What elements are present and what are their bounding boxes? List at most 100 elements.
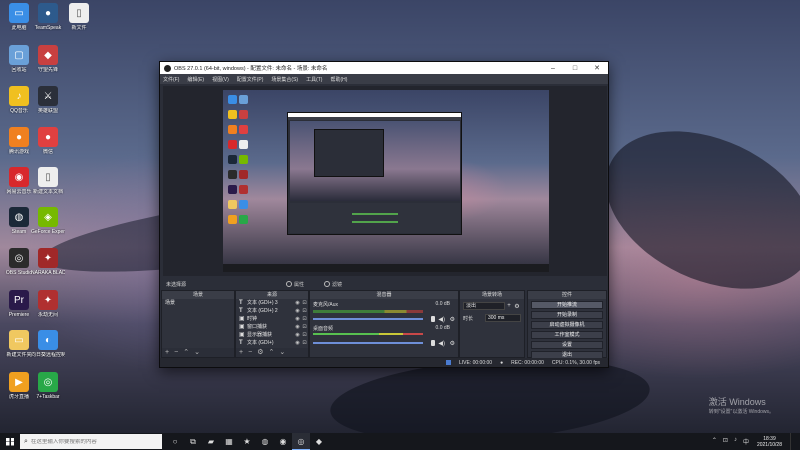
volume-slider-handle[interactable]: [431, 316, 435, 322]
app-icon: ▯: [38, 167, 58, 187]
move-up-icon[interactable]: ⌃: [268, 348, 274, 357]
desktop-icon[interactable]: ● 微信: [31, 127, 65, 155]
menu-item[interactable]: 文件(F): [163, 76, 179, 83]
visibility-eye-icon[interactable]: ◉: [294, 307, 301, 315]
lock-icon[interactable]: ⊡: [301, 307, 308, 315]
control-button[interactable]: 启动虚拟摄像机: [531, 321, 603, 329]
lock-icon[interactable]: ⊡: [301, 315, 308, 323]
taskbar-app-icon[interactable]: ▰: [202, 433, 220, 450]
taskbar-app-icon[interactable]: ◆: [310, 433, 328, 450]
speaker-icon[interactable]: ◀): [438, 340, 445, 347]
source-item[interactable]: ▣ 时钟 ◉ ⊡: [236, 315, 308, 323]
obs-titlebar[interactable]: OBS 27.0.1 (64-bit, windows) - 配置文件: 未命名…: [160, 62, 608, 74]
lock-icon[interactable]: ⊡: [301, 339, 308, 347]
wallpaper-wave: [580, 100, 800, 320]
menu-item[interactable]: 场景集合(S): [271, 76, 298, 83]
filters-button[interactable]: 滤镜: [324, 281, 342, 288]
search-box[interactable]: ⌕: [20, 434, 162, 449]
taskbar-app-icon[interactable]: ⧉: [184, 433, 202, 450]
volume-slider[interactable]: [313, 318, 423, 320]
lock-icon[interactable]: ⊡: [301, 331, 308, 339]
source-item[interactable]: T 文本 (GDI+) 3 ◉ ⊡: [236, 299, 308, 307]
desktop-icon[interactable]: ✦ NARAKA BLADEPOINT: [31, 248, 65, 276]
visibility-eye-icon[interactable]: ◉: [294, 331, 301, 339]
source-item[interactable]: T 文本 (GDI+) ◉ ⊡: [236, 339, 308, 347]
taskbar-app-icon[interactable]: ◉: [274, 433, 292, 450]
desktop-icon[interactable]: ▯ 新建文本文档: [31, 167, 65, 195]
preview-area[interactable]: [163, 86, 607, 276]
visibility-eye-icon[interactable]: ◉: [294, 339, 301, 347]
desktop-icon[interactable]: ◎ 7+Taskbar: [31, 372, 65, 400]
properties-button[interactable]: 属性: [286, 281, 304, 288]
preview-canvas[interactable]: [223, 90, 549, 272]
search-input[interactable]: [30, 438, 151, 445]
lock-icon[interactable]: ⊡: [301, 323, 308, 331]
control-button[interactable]: 工作室模式: [531, 331, 603, 339]
add-icon[interactable]: +: [165, 348, 169, 357]
app-icon: ⚔: [38, 86, 58, 106]
start-button[interactable]: [0, 433, 20, 450]
move-down-icon[interactable]: ⌄: [194, 348, 200, 357]
desktop-icon[interactable]: ✦ 永劫无间: [31, 290, 65, 318]
add-icon[interactable]: +: [505, 303, 513, 309]
taskbar-app-icon[interactable]: ◍: [256, 433, 274, 450]
taskbar-app-icon[interactable]: ★: [238, 433, 256, 450]
source-item[interactable]: ▣ 显示器捕获 ◉ ⊡: [236, 331, 308, 339]
move-down-icon[interactable]: ⌄: [279, 348, 285, 357]
tray-icon[interactable]: ⊡: [723, 437, 728, 446]
control-button[interactable]: 设置: [531, 341, 603, 349]
desktop-icon[interactable]: ◐ 向日葵远程控制: [31, 330, 65, 358]
remove-icon[interactable]: −: [174, 348, 178, 357]
gear-icon[interactable]: ⚙: [257, 348, 263, 357]
desktop-icon[interactable]: ● TeamSpeak: [31, 3, 65, 31]
menu-item[interactable]: 视图(V): [212, 76, 229, 83]
visibility-eye-icon[interactable]: ◉: [294, 315, 301, 323]
gear-icon[interactable]: ⚙: [450, 316, 455, 323]
move-up-icon[interactable]: ⌃: [183, 348, 189, 357]
speaker-icon[interactable]: ◀): [438, 316, 445, 323]
menu-item[interactable]: 工具(T): [306, 76, 322, 83]
desktop-icon[interactable]: ⚔ 英雄联盟: [31, 86, 65, 114]
visibility-eye-icon[interactable]: ◉: [294, 323, 301, 331]
menu-item[interactable]: 配置文件(P): [237, 76, 264, 83]
taskbar-app-icon[interactable]: ○: [166, 433, 184, 450]
maximize-button[interactable]: □: [564, 62, 586, 74]
remove-icon[interactable]: −: [248, 348, 252, 357]
transition-select[interactable]: 淡出: [463, 302, 505, 310]
mixer-track: 桌面音频 0.0 dB ◀) ⚙: [310, 323, 458, 347]
app-icon: ◉: [9, 167, 29, 187]
add-icon[interactable]: +: [239, 348, 243, 357]
gear-icon[interactable]: ⚙: [450, 340, 455, 347]
no-source-label: 未选择源: [166, 281, 187, 288]
taskbar-app-icon[interactable]: ◎: [292, 433, 310, 450]
control-button[interactable]: 开始推流: [531, 301, 603, 309]
tray-icon[interactable]: ♪: [734, 437, 737, 446]
volume-slider-handle[interactable]: [431, 340, 435, 346]
gear-icon[interactable]: ⚙: [513, 303, 521, 310]
duration-label: 时长: [463, 315, 474, 322]
volume-slider[interactable]: [313, 342, 423, 344]
menu-item[interactable]: 编辑(E): [187, 76, 204, 83]
close-button[interactable]: ✕: [586, 62, 608, 74]
lock-icon[interactable]: ⊡: [301, 299, 308, 307]
mixer-dock: 混音器 麦克风/Aux 0.0 dB ◀) ⚙ 桌面音频 0.0 dB ◀) ⚙: [309, 290, 459, 358]
show-desktop-button[interactable]: [790, 433, 800, 450]
minimize-button[interactable]: –: [542, 62, 564, 74]
desktop-icon[interactable]: ◆ 守望先锋: [31, 45, 65, 73]
clock[interactable]: 18:39 2021/10/28: [757, 436, 782, 448]
desktop-icon-label: 永劫无间: [37, 312, 58, 318]
source-item[interactable]: ▣ 窗口捕获 ◉ ⊡: [236, 323, 308, 331]
scene-item[interactable]: 场景: [162, 299, 234, 307]
tray-icon[interactable]: 中: [743, 437, 749, 446]
desktop-icon[interactable]: ◈ GeForce Experience: [31, 207, 65, 235]
desktop-icon[interactable]: ▯ 新文件: [62, 3, 96, 31]
filter-icon: [324, 281, 331, 287]
source-item[interactable]: T 文本 (GDI+) 2 ◉ ⊡: [236, 307, 308, 315]
control-button[interactable]: 开始录制: [531, 311, 603, 319]
duration-input[interactable]: 300 ms: [485, 314, 521, 322]
app-icon: ◎: [9, 248, 29, 268]
tray-icon[interactable]: ⌃: [712, 437, 717, 446]
menu-item[interactable]: 帮助(H): [330, 76, 347, 83]
visibility-eye-icon[interactable]: ◉: [294, 299, 301, 307]
taskbar-app-icon[interactable]: ▦: [220, 433, 238, 450]
